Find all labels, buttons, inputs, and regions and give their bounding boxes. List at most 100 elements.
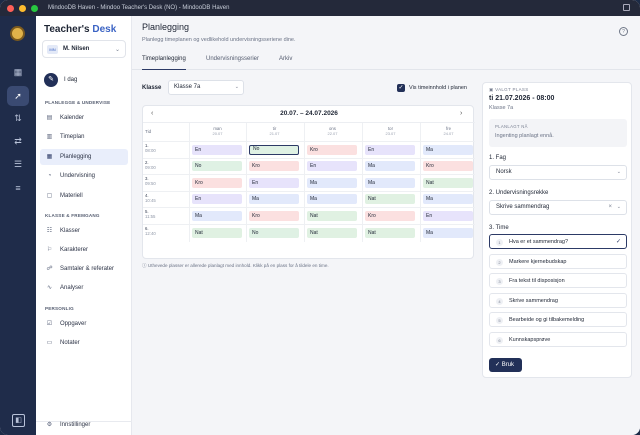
- sidebar-item-timeplan[interactable]: ▥ Timeplan: [40, 129, 128, 145]
- lesson-option[interactable]: 2 Markere kjernebudskap: [489, 253, 627, 269]
- user-name: M. Nilsen: [63, 46, 90, 52]
- close-window-button[interactable]: [7, 4, 14, 12]
- period-label: 3. 09:50: [145, 176, 156, 187]
- lesson-slot[interactable]: Nat: [307, 227, 357, 238]
- user-selector[interactable]: MN M. Nilsen ⌄: [42, 40, 126, 58]
- lesson-option[interactable]: 4 Skrive sammendrag: [489, 292, 627, 308]
- sidebar-item-klasser[interactable]: ☷ Klasser: [40, 223, 128, 239]
- lesson-slot[interactable]: Nat: [192, 227, 242, 238]
- maximize-window-button[interactable]: [31, 4, 38, 12]
- user-initials: MN: [47, 44, 58, 54]
- lesson-slot[interactable]: Kro: [307, 144, 357, 155]
- lesson-slot[interactable]: Ma: [192, 210, 242, 221]
- lesson-slot[interactable]: Kro: [365, 210, 415, 221]
- lesson-slot[interactable]: Ma: [423, 194, 473, 205]
- brand-logo: Teacher's Desk: [44, 24, 117, 35]
- show-content-toggle[interactable]: ✓ Vis timeinnhold i planen: [397, 84, 467, 92]
- lesson-option[interactable]: 5 Bearbeide og gi tilbakemelding: [489, 312, 627, 327]
- sidebar-item-oppgaver[interactable]: ☑ Oppgaver: [40, 316, 128, 332]
- sort-icon[interactable]: ⇅: [12, 112, 24, 124]
- planning-icon: ▦: [46, 153, 53, 160]
- lesson-slot[interactable]: No: [192, 161, 242, 172]
- grid-line: [143, 224, 475, 225]
- lesson-slot[interactable]: Nat: [423, 177, 473, 188]
- lesson-slot[interactable]: En: [423, 210, 473, 221]
- grid-line: [143, 157, 475, 159]
- tab-timeplanlegging[interactable]: Timeplanlegging: [142, 56, 186, 70]
- tab-undervisningsserier[interactable]: Undervisningsserier: [206, 56, 259, 70]
- lesson-option-label: Fra tekst til disposisjon: [509, 278, 565, 284]
- planned-now-box: PLANLAGT NÅ Ingenting planlagt ennå.: [489, 119, 627, 147]
- time-column-header: Tid: [145, 129, 152, 134]
- shuffle-icon[interactable]: ⇄: [12, 135, 24, 147]
- lesson-slot[interactable]: Kro: [249, 161, 299, 172]
- checkbox-checked-icon[interactable]: ✓: [397, 84, 405, 92]
- series-select[interactable]: Skrive sammendrag × ⌄: [489, 200, 627, 215]
- lesson-slot[interactable]: En: [249, 177, 299, 188]
- sidebar-item-innstillinger[interactable]: ⚙ Innstillinger: [40, 417, 128, 433]
- lesson-option[interactable]: 6 Kunnskapsprøve: [489, 331, 627, 347]
- lesson-slot[interactable]: Ma: [307, 194, 357, 205]
- lesson-slot[interactable]: En: [192, 194, 242, 205]
- lesson-slot[interactable]: En: [192, 144, 242, 155]
- lesson-slot[interactable]: Nat: [365, 194, 415, 205]
- klasse-select[interactable]: Klasse 7a ⌄: [168, 80, 244, 95]
- sidebar-item-undervisning[interactable]: ◔ Undervisning: [40, 168, 128, 184]
- lesson-slot[interactable]: Kro: [423, 161, 473, 172]
- lesson-slot[interactable]: Nat: [307, 210, 357, 221]
- lesson-slot[interactable]: Kro: [249, 210, 299, 221]
- sidebar-toggle-icon[interactable]: ◧: [12, 414, 25, 427]
- period-label: 2. 09:00: [145, 159, 156, 170]
- sidebar-item-analyser[interactable]: ∿ Analyser: [40, 280, 128, 296]
- window-layout-icon[interactable]: [623, 4, 630, 11]
- lesson-slot[interactable]: Nat: [365, 227, 415, 238]
- sliders-icon[interactable]: ≡: [12, 182, 24, 194]
- lesson-option-label: Kunnskapsprøve: [509, 336, 551, 343]
- settings-icon: ⚙: [46, 421, 53, 428]
- lesson-slot[interactable]: Ma: [423, 227, 473, 238]
- sidebar-item-today[interactable]: ✎ I dag: [44, 73, 77, 87]
- lesson-slot[interactable]: No: [249, 144, 299, 155]
- selected-slot-datetime: ti 21.07.2026 - 08:00: [489, 95, 555, 102]
- check-icon: ✓: [615, 239, 621, 245]
- use-button[interactable]: ✓ Bruk: [489, 358, 522, 372]
- lesson-number: 6: [496, 336, 503, 344]
- lesson-slot[interactable]: Ma: [307, 177, 357, 188]
- sidebar-item-samtaler[interactable]: ☍ Samtaler & referater: [40, 261, 128, 277]
- help-icon[interactable]: ?: [619, 27, 628, 36]
- database-icon[interactable]: ☰: [12, 158, 24, 170]
- lesson-slot[interactable]: En: [365, 144, 415, 155]
- lesson-number: 1: [496, 239, 503, 246]
- rocket-icon[interactable]: ➚: [7, 86, 29, 106]
- lesson-slot[interactable]: Kro: [192, 177, 242, 188]
- section-heading-klasse: KLASSE & FREMGANG: [45, 213, 100, 218]
- meetings-icon: ☍: [46, 265, 53, 272]
- lesson-number: 5: [496, 317, 503, 324]
- lesson-number: 2: [496, 258, 503, 266]
- period-label: 1. 08:00: [145, 143, 156, 153]
- sidebar-item-karakterer[interactable]: ⚐ Karakterer: [40, 242, 128, 258]
- lesson-slot[interactable]: Ma: [423, 144, 473, 155]
- sidebar-item-planlegging[interactable]: ▦ Planlegging: [40, 149, 128, 165]
- clear-icon[interactable]: ×: [608, 201, 612, 214]
- tab-arkiv[interactable]: Arkiv: [279, 56, 292, 70]
- teaching-icon: ◔: [47, 172, 52, 179]
- lesson-slot[interactable]: Ma: [365, 161, 415, 172]
- minimize-window-button[interactable]: [19, 4, 26, 12]
- lesson-option[interactable]: 3 Fra tekst til disposisjon: [489, 273, 627, 288]
- sidebar-item-materiell[interactable]: ▢ Materiell: [40, 188, 128, 204]
- lesson-option[interactable]: 1 Hva er et sammendrag? ✓: [489, 234, 627, 249]
- lesson-slot[interactable]: Ma: [249, 194, 299, 205]
- sidebar-item-notater[interactable]: ▭ Notater: [40, 335, 128, 351]
- lesson-slot[interactable]: No: [249, 227, 299, 238]
- sidebar-item-kalender[interactable]: ▤ Kalender: [40, 110, 128, 126]
- lesson-slot[interactable]: En: [307, 161, 357, 172]
- dashboard-icon[interactable]: ▦: [12, 66, 24, 78]
- chevron-right-icon[interactable]: ›: [460, 110, 462, 117]
- page-title: Planlegging: [142, 22, 190, 32]
- fag-select[interactable]: Norsk ⌄: [489, 165, 627, 180]
- tab-bar: Timeplanlegging Undervisningsserier Arki…: [132, 56, 640, 70]
- lesson-slot[interactable]: Ma: [365, 177, 415, 188]
- selected-slot-heading: ▣ VALGT PLASS: [489, 87, 529, 92]
- title-bar: MindooDB Haven - Mindoo Teacher's Desk (…: [0, 0, 640, 16]
